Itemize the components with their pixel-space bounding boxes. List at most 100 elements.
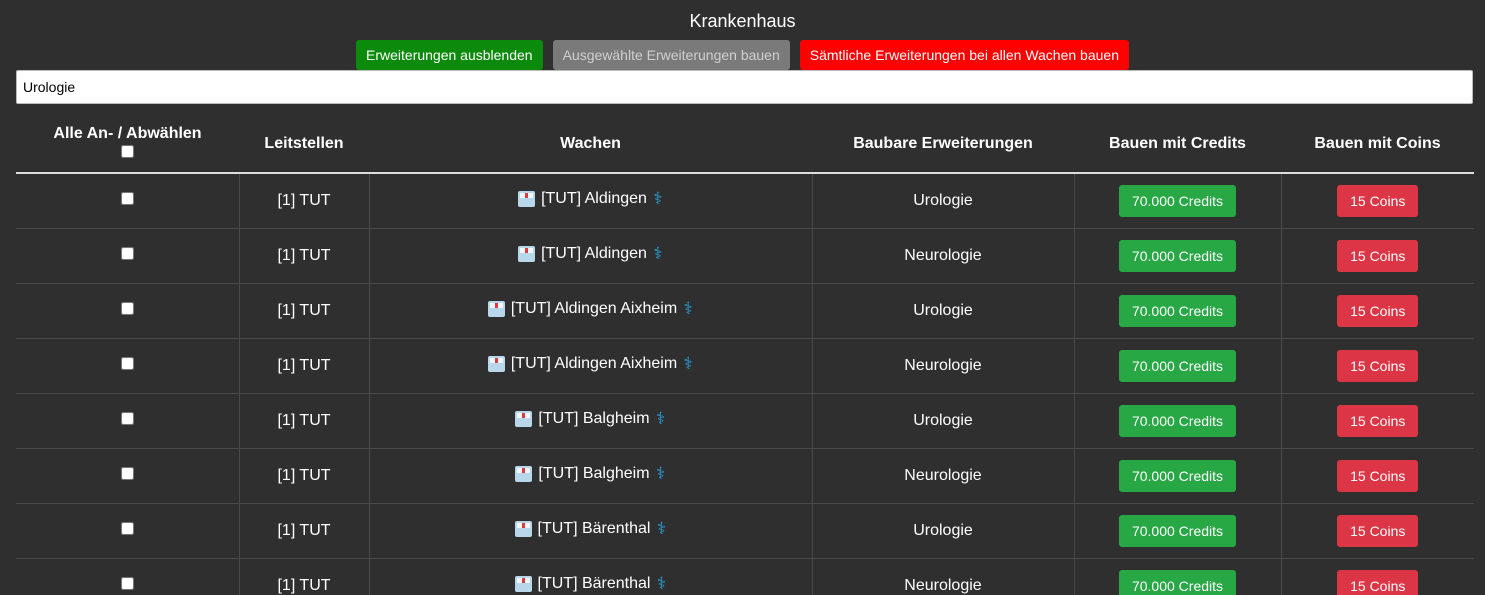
table-row: [1] TUT [TUT] Aldingen ⚕ Urologie 70.000 …	[16, 173, 1474, 229]
row-checkbox[interactable]	[120, 247, 134, 260]
row-checkbox[interactable]	[120, 192, 134, 205]
extension-cell: Neurologie	[811, 448, 1074, 504]
header-dispatch: Leitstellen	[239, 116, 369, 174]
table-body: [1] TUT [TUT] Aldingen ⚕ Urologie 70.000 …	[16, 173, 1474, 595]
hospital-building-icon	[515, 411, 533, 427]
dispatch-cell: [1] TUT	[238, 338, 369, 394]
staff-caduceus-icon: ⚕	[683, 354, 693, 374]
staff-caduceus-icon: ⚕	[656, 519, 667, 539]
header-extensions: Baubare Erweiterungen	[812, 116, 1074, 174]
staff-caduceus-icon: ⚕	[653, 244, 663, 264]
station-cell: [TUT] Aldingen Aixheim ⚕	[368, 283, 812, 339]
credits-cell: 70.000 Credits	[1073, 558, 1281, 595]
dispatch-cell: [1] TUT	[238, 558, 369, 595]
row-checkbox[interactable]	[120, 302, 134, 315]
build-with-coins-button[interactable]: 15 Coins	[1337, 240, 1419, 272]
row-checkbox[interactable]	[120, 412, 134, 425]
station-cell: [TUT] Aldingen ⚕	[368, 228, 812, 284]
build-with-credits-button[interactable]: 70.000 Credits	[1118, 405, 1237, 437]
hospital-building-icon	[514, 521, 532, 537]
build-with-coins-button[interactable]: 15 Coins	[1337, 515, 1419, 547]
station-cell: [TUT] Aldingen Aixheim ⚕	[368, 338, 812, 394]
dispatch-cell: [1] TUT	[238, 228, 369, 284]
build-with-credits-button[interactable]: 70.000 Credits	[1118, 350, 1237, 382]
hide-extensions-button[interactable]: Erweiterungen ausblenden	[356, 40, 543, 70]
credits-cell: 70.000 Credits	[1073, 173, 1281, 229]
station-name[interactable]: [TUT] Balgheim	[538, 410, 649, 428]
staff-caduceus-icon: ⚕	[656, 574, 667, 594]
table-header-row: Alle An- / Abwählen Leitstellen Wachen B…	[16, 116, 1474, 174]
build-with-credits-button[interactable]: 70.000 Credits	[1118, 185, 1237, 217]
row-checkbox[interactable]	[120, 577, 134, 590]
build-all-button[interactable]: Sämtliche Erweiterungen bei allen Wachen…	[799, 40, 1129, 70]
coins-cell: 15 Coins	[1280, 228, 1474, 284]
row-checkbox[interactable]	[120, 522, 134, 535]
page: Krankenhaus Erweiterungen ausblenden Aus…	[0, 0, 1485, 595]
hospital-building-icon	[518, 191, 536, 207]
dispatch-cell: [1] TUT	[238, 283, 369, 339]
table-row: [1] TUT [TUT] Balgheim ⚕ Urologie 70.000 …	[16, 393, 1474, 449]
build-with-credits-button[interactable]: 70.000 Credits	[1118, 570, 1237, 595]
coins-cell: 15 Coins	[1280, 173, 1474, 229]
table-row: [1] TUT [TUT] Aldingen Aixheim ⚕ Urologie…	[16, 283, 1474, 339]
extension-cell: Urologie	[811, 283, 1074, 339]
station-name[interactable]: [TUT] Bärenthal	[538, 575, 651, 593]
row-select-cell	[16, 503, 239, 559]
coins-cell: 15 Coins	[1280, 283, 1474, 339]
hospital-building-icon	[487, 356, 505, 372]
table-row: [1] TUT [TUT] Bärenthal ⚕ Urologie 70.000…	[16, 503, 1474, 559]
extensions-table: Alle An- / Abwählen Leitstellen Wachen B…	[16, 116, 1474, 595]
hospital-building-icon	[518, 246, 536, 262]
staff-caduceus-icon: ⚕	[683, 299, 693, 319]
row-select-cell	[16, 448, 239, 504]
station-cell: [TUT] Bärenthal ⚕	[368, 503, 812, 559]
header-credits: Bauen mit Credits	[1074, 116, 1281, 174]
coins-cell: 15 Coins	[1280, 448, 1474, 504]
row-select-cell	[16, 283, 239, 339]
extension-cell: Neurologie	[811, 338, 1074, 394]
row-select-cell	[16, 558, 239, 595]
station-name[interactable]: [TUT] Aldingen Aixheim	[511, 355, 677, 373]
table-row: [1] TUT [TUT] Aldingen Aixheim ⚕ Neurolog…	[16, 338, 1474, 394]
build-selected-button[interactable]: Ausgewählte Erweiterungen bauen	[552, 40, 790, 70]
select-all-checkbox[interactable]	[121, 145, 134, 158]
build-with-coins-button[interactable]: 15 Coins	[1337, 185, 1419, 217]
credits-cell: 70.000 Credits	[1073, 448, 1281, 504]
row-checkbox[interactable]	[120, 467, 134, 480]
coins-cell: 15 Coins	[1280, 503, 1474, 559]
select-all-label: Alle An- / Abwählen	[53, 125, 202, 142]
build-with-coins-button[interactable]: 15 Coins	[1337, 570, 1419, 595]
hospital-building-icon	[515, 466, 533, 482]
hospital-building-icon	[487, 301, 505, 317]
station-name[interactable]: [TUT] Aldingen	[541, 245, 647, 263]
header-select-all: Alle An- / Abwählen	[16, 116, 239, 174]
credits-cell: 70.000 Credits	[1073, 393, 1281, 449]
station-cell: [TUT] Aldingen ⚕	[368, 173, 812, 229]
staff-caduceus-icon: ⚕	[653, 189, 663, 209]
extension-cell: Neurologie	[811, 558, 1074, 595]
search-input[interactable]	[16, 70, 1473, 104]
build-with-credits-button[interactable]: 70.000 Credits	[1118, 460, 1237, 492]
station-cell: [TUT] Balgheim ⚕	[368, 448, 812, 504]
station-name[interactable]: [TUT] Balgheim	[538, 465, 649, 483]
build-with-credits-button[interactable]: 70.000 Credits	[1118, 295, 1237, 327]
build-with-coins-button[interactable]: 15 Coins	[1337, 460, 1419, 492]
coins-cell: 15 Coins	[1280, 338, 1474, 394]
build-with-coins-button[interactable]: 15 Coins	[1337, 405, 1419, 437]
build-with-credits-button[interactable]: 70.000 Credits	[1118, 515, 1237, 547]
extension-cell: Urologie	[811, 173, 1074, 229]
page-title: Krankenhaus	[689, 11, 796, 31]
staff-caduceus-icon: ⚕	[655, 464, 666, 484]
station-name[interactable]: [TUT] Aldingen	[541, 190, 647, 208]
header-coins: Bauen mit Coins	[1281, 116, 1474, 174]
build-with-coins-button[interactable]: 15 Coins	[1337, 295, 1419, 327]
row-checkbox[interactable]	[120, 357, 134, 370]
build-with-credits-button[interactable]: 70.000 Credits	[1118, 240, 1237, 272]
header-stations: Wachen	[369, 116, 812, 174]
extension-cell: Neurologie	[811, 228, 1074, 284]
station-name[interactable]: [TUT] Aldingen Aixheim	[511, 300, 677, 318]
station-name[interactable]: [TUT] Bärenthal	[538, 520, 651, 538]
build-with-coins-button[interactable]: 15 Coins	[1337, 350, 1419, 382]
table-row: [1] TUT [TUT] Bärenthal ⚕ Neurologie 70.0…	[16, 558, 1474, 595]
dispatch-cell: [1] TUT	[238, 503, 369, 559]
